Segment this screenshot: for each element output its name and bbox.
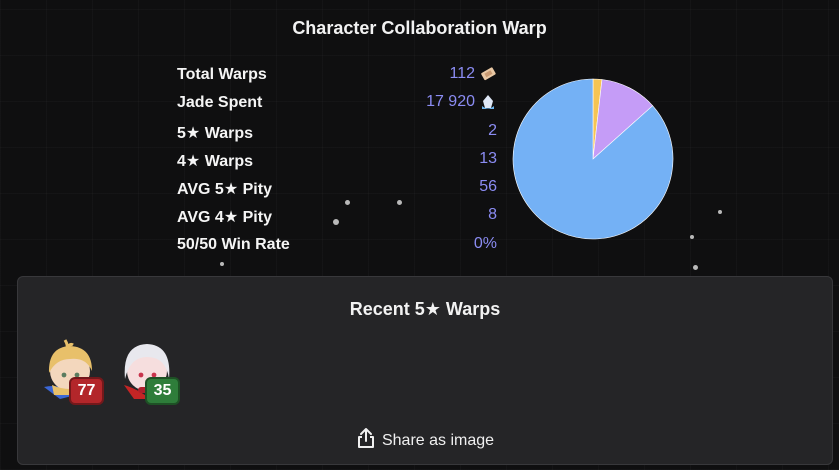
- recent-warps-list: 77 35: [40, 335, 180, 405]
- stat-label: Jade Spent: [177, 94, 263, 112]
- card-title: Recent 5★ Warps: [349, 299, 501, 319]
- stat-row-4star-warps: 4★ Warps 13: [177, 149, 497, 177]
- stat-value: 13: [479, 149, 497, 167]
- share-label: Share as image: [381, 431, 495, 449]
- background-speck: [693, 265, 698, 270]
- stat-label: 50/50 Win Rate: [177, 235, 290, 253]
- stat-label: 4★ Warps: [177, 152, 253, 170]
- stats-list: Total Warps 112 Jade Spent 17 920 5★ War…: [177, 64, 497, 262]
- stat-value: 8: [488, 206, 497, 224]
- background-speck: [220, 262, 224, 266]
- recent-warp-item[interactable]: 77: [40, 335, 104, 405]
- recent-warps-card: Recent 5★ Warps 77 35 Share as image: [17, 276, 833, 465]
- jade-icon: [479, 93, 497, 111]
- pity-badge: 77: [69, 377, 104, 405]
- recent-warp-item[interactable]: 35: [116, 335, 180, 405]
- stat-value-text: 112: [449, 65, 475, 82]
- stat-row-5star-warps: 5★ Warps 2: [177, 121, 497, 149]
- stat-row-win-rate: 50/50 Win Rate 0%: [177, 234, 497, 262]
- stat-label: AVG 5★ Pity: [177, 181, 272, 199]
- background-speck: [690, 235, 694, 239]
- page: Character Collaboration Warp Total Warps…: [0, 0, 839, 470]
- share-icon: [356, 427, 376, 454]
- pity-badge: 35: [145, 377, 180, 405]
- page-title: Character Collaboration Warp: [292, 18, 547, 38]
- stat-label: 5★ Warps: [177, 124, 253, 142]
- rarity-pie-chart: [512, 78, 674, 240]
- stat-row-total-warps: Total Warps 112: [177, 64, 497, 92]
- stat-value-text: 17 920: [426, 93, 475, 111]
- stat-row-avg-4star-pity: AVG 4★ Pity 8: [177, 205, 497, 233]
- pass-ticket-icon: [479, 65, 497, 83]
- stat-value: 2: [488, 121, 497, 139]
- share-as-image-button[interactable]: Share as image: [18, 427, 832, 454]
- stat-value: 56: [479, 178, 497, 196]
- stat-row-avg-5star-pity: AVG 5★ Pity 56: [177, 177, 497, 205]
- stat-value: 17 920: [426, 93, 497, 111]
- stat-value: 0%: [473, 234, 497, 252]
- stat-label: Total Warps: [177, 66, 267, 83]
- stat-value: 112: [449, 65, 497, 83]
- stat-label: AVG 4★ Pity: [177, 209, 272, 227]
- stat-row-jade-spent: Jade Spent 17 920: [177, 92, 497, 120]
- background-speck: [718, 210, 722, 214]
